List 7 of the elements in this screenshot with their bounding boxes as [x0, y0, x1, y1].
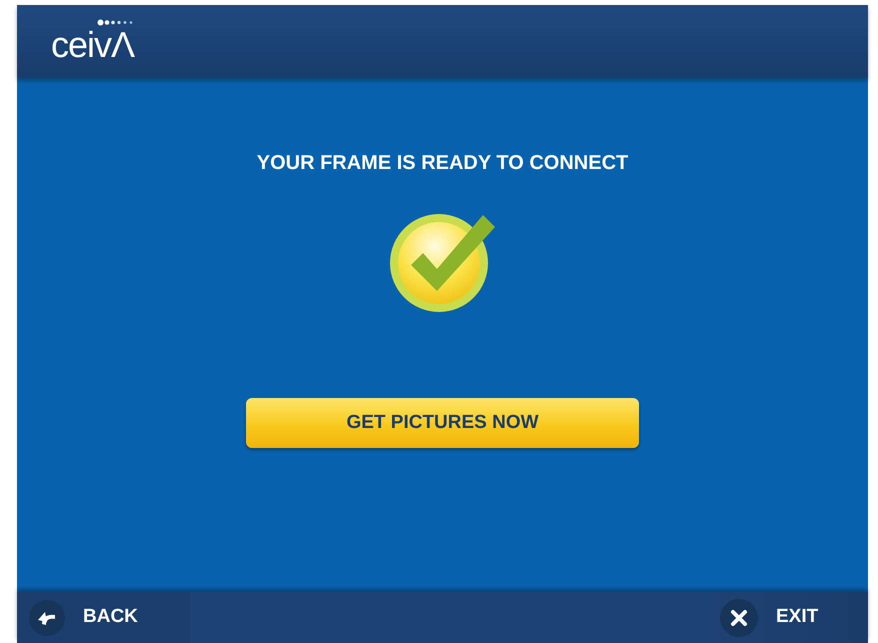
- get-pictures-button[interactable]: GET PICTURES NOW: [246, 398, 639, 448]
- close-icon: [720, 598, 758, 636]
- exit-button[interactable]: EXIT: [708, 592, 868, 643]
- back-button[interactable]: BACK: [17, 592, 190, 643]
- status-title: YOUR FRAME IS READY TO CONNECT: [256, 151, 628, 176]
- dots-icon: [97, 18, 135, 26]
- logo: ceivΛ: [51, 24, 134, 64]
